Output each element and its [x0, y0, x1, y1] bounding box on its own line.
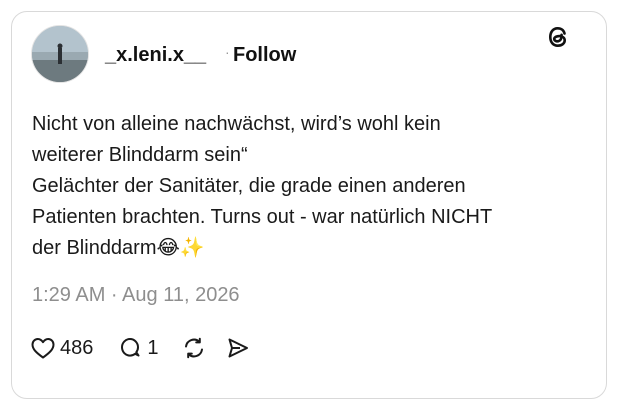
post-line: Gelächter der Sanitäter, die grade einen…	[32, 175, 466, 197]
follow-button[interactable]: Follow	[233, 44, 296, 67]
share-button[interactable]	[225, 336, 251, 360]
like-button[interactable]: 486	[30, 336, 93, 360]
reply-button[interactable]: 1	[117, 336, 159, 360]
heart-icon	[30, 336, 56, 360]
post-line: der Blinddarm😂✨	[32, 237, 205, 259]
repost-button[interactable]	[181, 336, 207, 360]
separator-dot: ·	[225, 44, 230, 60]
post-timestamp[interactable]: 1:29 AM · Aug 11, 2026	[32, 284, 240, 307]
post-line: Nicht von alleine nachwächst, wird’s woh…	[32, 113, 441, 135]
username-link[interactable]: _x.leni.x__	[105, 44, 206, 67]
speech-bubble-icon	[117, 336, 143, 360]
post-body: Nicht von alleine nachwächst, wird’s woh…	[32, 109, 572, 264]
threads-logo-icon[interactable]	[544, 22, 574, 52]
send-icon	[225, 336, 251, 360]
avatar[interactable]	[31, 25, 89, 83]
post-line: Patienten brachten. Turns out - war natü…	[32, 206, 493, 228]
repost-icon	[181, 336, 207, 360]
like-count: 486	[60, 336, 94, 359]
action-bar: 486 1	[30, 333, 251, 363]
reply-count: 1	[147, 336, 159, 359]
post-line: weiterer Blinddarm sein“	[32, 144, 248, 166]
